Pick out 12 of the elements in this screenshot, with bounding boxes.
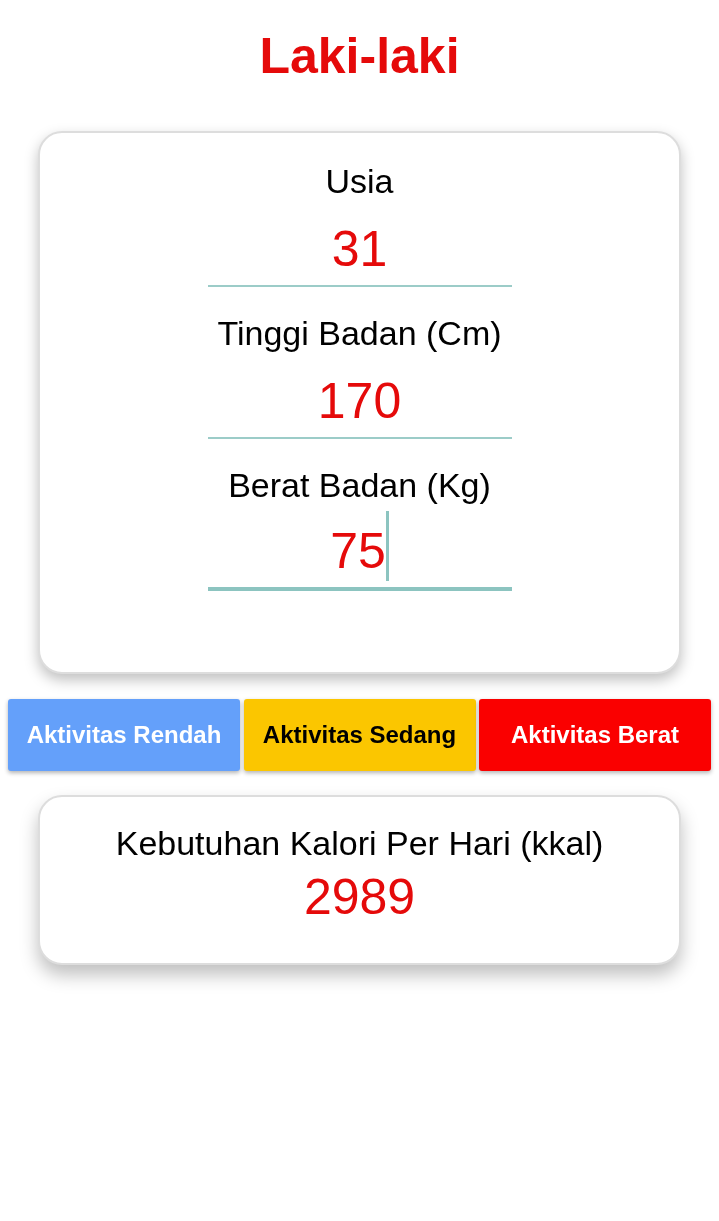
page-title: Laki-laki — [258, 27, 461, 86]
field-label: Berat Badan (Kg) — [228, 465, 491, 506]
input-field[interactable]: 170 — [207, 355, 512, 439]
activity-button[interactable]: Aktivitas Rendah — [8, 699, 240, 771]
activity-button[interactable]: Aktivitas Sedang — [243, 699, 476, 771]
field-label: Usia — [325, 161, 394, 202]
field-label: Tinggi Badan (Cm) — [217, 313, 502, 354]
input-field[interactable]: 75 — [207, 507, 512, 591]
activity-button[interactable]: Aktivitas Berat — [479, 699, 711, 771]
result-label: Kebutuhan Kalori Per Hari (kkal) — [115, 823, 604, 864]
result-value: 2989 — [303, 868, 416, 927]
input-field[interactable]: 31 — [207, 203, 512, 287]
